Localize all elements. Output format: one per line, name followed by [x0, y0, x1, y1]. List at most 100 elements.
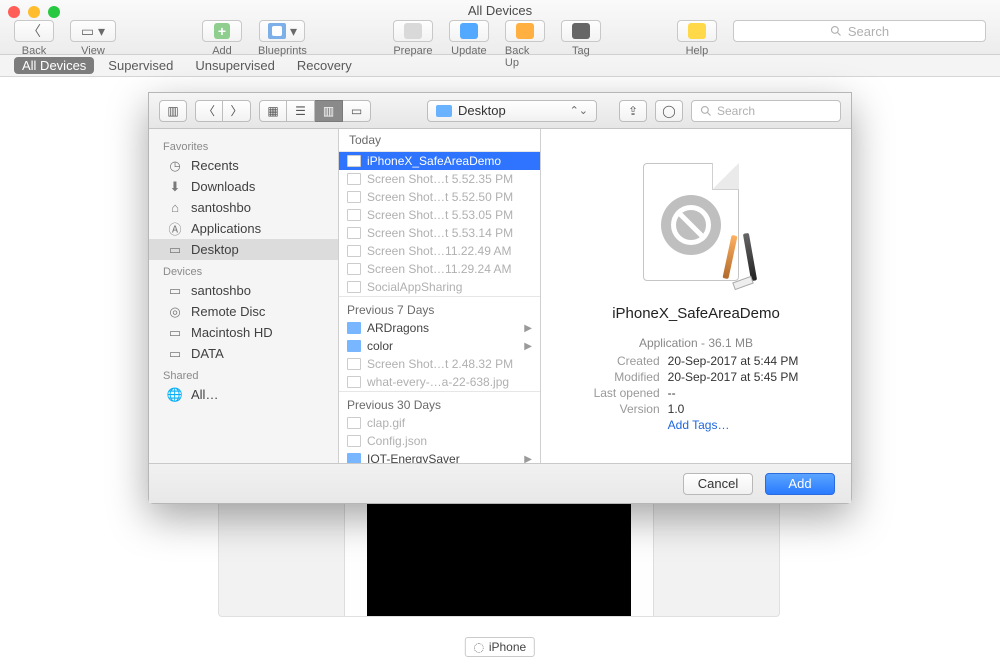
file-name: Config.json	[367, 434, 427, 448]
img-icon	[347, 227, 361, 239]
view-icons-button[interactable]: ▦	[259, 100, 287, 122]
file-name: Screen Shot…t 5.52.35 PM	[367, 172, 513, 186]
img-icon	[347, 191, 361, 203]
file-name: Screen Shot…11.22.49 AM	[367, 244, 512, 258]
clock-icon: ◷	[167, 159, 183, 173]
file-name: IOT-EnergySaver	[367, 452, 460, 463]
file-row[interactable]: ARDragons▶	[339, 319, 540, 337]
view-columns-button[interactable]: ▥	[315, 100, 343, 122]
sheet-search-placeholder: Search	[717, 104, 755, 118]
file-name: Screen Shot…t 5.52.50 PM	[367, 190, 513, 204]
img-icon	[347, 376, 361, 388]
hdd-icon: ▭	[167, 347, 183, 361]
opened-label: Last opened	[594, 386, 660, 400]
sidebar-item-downloads[interactable]: ⬇Downloads	[149, 176, 338, 197]
img-icon	[347, 263, 361, 275]
chevron-right-icon: ▶	[524, 341, 532, 352]
file-row: Screen Shot…t 2.48.32 PM	[339, 355, 540, 373]
file-row: SocialAppSharing	[339, 278, 540, 296]
update-button[interactable]	[449, 20, 489, 42]
prepare-button[interactable]	[393, 20, 433, 42]
main-search-placeholder: Search	[848, 24, 889, 39]
main-search-field[interactable]: Search	[733, 20, 986, 42]
cancel-button[interactable]: Cancel	[683, 473, 753, 495]
column-group-header: Previous 7 Days	[339, 296, 540, 319]
sidebar-device-data[interactable]: ▭DATA	[149, 343, 338, 364]
tags-button[interactable]: ◯	[655, 100, 683, 122]
location-popup[interactable]: Desktop ⌃⌄	[427, 100, 597, 122]
file-row: what-every-…a-22-638.jpg	[339, 373, 540, 391]
file-row[interactable]: IOT-EnergySaver▶	[339, 450, 540, 463]
shared-header: Shared	[149, 364, 338, 384]
sheet-toolbar: ▥ 〈 〉 ▦ ☰ ▥ ▭ Desktop ⌃⌄ ⇪ ◯	[149, 93, 851, 129]
add-button[interactable]: Add	[765, 473, 835, 495]
back-button[interactable]: 〈	[14, 20, 54, 42]
blueprints-button[interactable]: ▾	[259, 20, 305, 42]
file-row: Screen Shot…11.29.24 AM	[339, 260, 540, 278]
tag-label: Tag	[572, 45, 590, 57]
sidebar-item-desktop[interactable]: ▭Desktop	[149, 239, 338, 260]
nav-back-button[interactable]: 〈	[195, 100, 223, 122]
preview-typesize: Application - 36.1 MB	[594, 336, 799, 350]
add-label: Add	[212, 45, 232, 57]
toggle-sidebar-button[interactable]: ▥	[159, 100, 187, 122]
sidebar-device-macintosh-hd[interactable]: ▭Macintosh HD	[149, 322, 338, 343]
file-name: what-every-…a-22-638.jpg	[367, 375, 509, 389]
apps-icon: Ⓐ	[167, 222, 183, 236]
img-icon	[347, 417, 361, 429]
version-value: 1.0	[668, 402, 799, 416]
sidebar-item-applications[interactable]: ⒶApplications	[149, 218, 338, 239]
file-name: Screen Shot…t 5.53.05 PM	[367, 208, 513, 222]
home-icon: ⌂	[167, 201, 183, 215]
app-icon	[347, 281, 361, 293]
nav-forward-button[interactable]: 〉	[223, 100, 251, 122]
file-column: TodayiPhoneX_SafeAreaDemo Screen Shot…t 5…	[339, 129, 541, 463]
favorites-header: Favorites	[149, 135, 338, 155]
folder-icon	[347, 322, 361, 334]
view-button[interactable]: ▭ ▾	[70, 20, 116, 42]
download-icon: ⬇	[167, 180, 183, 194]
sidebar-device-remote-disc[interactable]: ◎Remote Disc	[149, 301, 338, 322]
file-name: Screen Shot…11.29.24 AM	[367, 262, 512, 276]
back-label: Back	[22, 45, 46, 57]
view-list-button[interactable]: ☰	[287, 100, 315, 122]
sidebar-item-home[interactable]: ⌂santoshbo	[149, 197, 338, 218]
preview-filename: iPhoneX_SafeAreaDemo	[612, 305, 780, 322]
preview-icon	[631, 159, 761, 289]
file-row: Config.json	[339, 432, 540, 450]
file-row: Screen Shot…t 5.53.05 PM	[339, 206, 540, 224]
help-button[interactable]	[677, 20, 717, 42]
sheet-sidebar: Favorites ◷Recents ⬇Downloads ⌂santoshbo…	[149, 129, 339, 463]
file-row[interactable]: color▶	[339, 337, 540, 355]
add-button[interactable]: +	[202, 20, 242, 42]
sidebar-shared-all[interactable]: 🌐All…	[149, 384, 338, 405]
img-icon	[347, 245, 361, 257]
sidebar-item-recents[interactable]: ◷Recents	[149, 155, 338, 176]
opened-value: --	[668, 386, 799, 400]
search-icon	[830, 25, 842, 37]
file-row: Screen Shot…t 5.52.50 PM	[339, 188, 540, 206]
device-name-badge[interactable]: iPhone	[465, 637, 535, 657]
share-button[interactable]: ⇪	[619, 100, 647, 122]
desktop-icon: ▭	[167, 243, 183, 257]
sheet-search-field[interactable]: Search	[691, 100, 841, 122]
tag-button[interactable]	[561, 20, 601, 42]
sidebar-device-laptop[interactable]: ▭santoshbo	[149, 280, 338, 301]
backup-label: Back Up	[505, 45, 545, 69]
file-name: Screen Shot…t 2.48.32 PM	[367, 357, 513, 371]
devices-header: Devices	[149, 260, 338, 280]
laptop-icon: ▭	[167, 284, 183, 298]
add-tags-link[interactable]: Add Tags…	[668, 418, 799, 432]
file-row[interactable]: iPhoneX_SafeAreaDemo	[339, 152, 540, 170]
file-row: Screen Shot…t 5.53.14 PM	[339, 224, 540, 242]
img-icon	[347, 209, 361, 221]
disc-icon: ◎	[167, 305, 183, 319]
doc-icon	[347, 435, 361, 447]
prepare-label: Prepare	[393, 45, 432, 57]
folder-icon	[436, 105, 452, 117]
column-group-header: Today	[339, 129, 540, 152]
backup-button[interactable]	[505, 20, 545, 42]
img-icon	[347, 358, 361, 370]
view-gallery-button[interactable]: ▭	[343, 100, 371, 122]
file-name: ARDragons	[367, 321, 429, 335]
